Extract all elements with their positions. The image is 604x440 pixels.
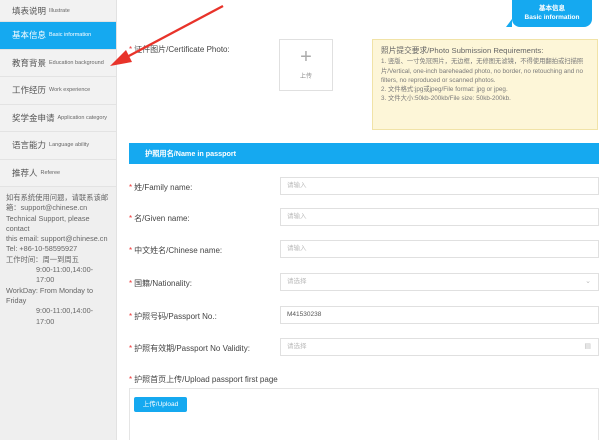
application-form-page: 填表说明 Illustrate 基本信息 Basic information 教育背… <box>0 0 604 440</box>
section-badge: 基本信息 Basic information <box>506 0 592 27</box>
calendar-icon: ▤ <box>584 343 591 350</box>
support-line: 9:00-11:00,14:00-17:00 <box>36 265 94 285</box>
passport-no-input[interactable]: M41530238 <box>280 306 599 324</box>
photo-upload-button[interactable]: + 上传 <box>279 39 333 91</box>
sidebar-item-label: 基本信息 <box>12 30 47 41</box>
badge-tail <box>506 19 512 27</box>
passport-validity-datepicker[interactable]: 请选择 ▤ <box>280 338 599 356</box>
support-line: 工作时间：周一到周五 <box>6 254 79 264</box>
sidebar-item-label: 奖学金申请 <box>12 112 55 123</box>
sidebar-item-language-ability[interactable]: 语言能力 Language ability <box>0 132 116 160</box>
photo-requirements-notice: 照片提交要求/Photo Submission Requirements: 1.… <box>372 39 598 130</box>
given-name-placeholder: 请输入 <box>287 213 307 220</box>
sidebar-item-label: 推荐人 <box>12 167 38 178</box>
chinese-name-label-text: 中文姓名/Chinese name: <box>134 246 223 255</box>
passport-upload-area <box>129 388 599 440</box>
passport-validity-label-text: 护照有效期/Passport No Validity: <box>134 344 251 353</box>
upload-label: 上传 <box>299 74 312 80</box>
sidebar-item-label-en: Application category <box>57 114 108 121</box>
nationality-label: * 国籍/Nationality: <box>129 278 192 289</box>
given-name-input[interactable]: 请输入 <box>280 208 599 226</box>
sidebar-item-label-en: Education background <box>49 59 104 66</box>
sidebar-item-label-en: Referee <box>40 169 61 176</box>
family-name-label-text: 姓/Family name: <box>134 183 193 192</box>
chinese-name-placeholder: 请输入 <box>287 245 307 252</box>
chinese-name-input[interactable]: 请输入 <box>280 240 599 258</box>
photo-requirement-item: 1. 竖版、一寸免冠照片，无边框，无修图无滤镜，不得使用翻拍或扫描照片/Vert… <box>381 58 584 84</box>
required-mark: * <box>129 312 133 321</box>
family-name-placeholder: 请输入 <box>287 182 307 189</box>
support-line: this email: support@chinese.cn <box>6 234 108 244</box>
required-mark: * <box>129 214 133 223</box>
passport-no-value: M41530238 <box>287 311 322 318</box>
passport-no-label-text: 护照号码/Passport No.: <box>134 312 217 321</box>
upload-passport-label: * 护照首页上传/Upload passport first page <box>129 374 278 385</box>
certificate-photo-label: * 证件图片/Certificate Photo: <box>129 44 230 55</box>
photo-requirement-item: 3. 文件大小:50kb-200kb/File size: 50kb-200kb… <box>381 95 511 103</box>
badge-title: 基本信息 <box>539 5 565 12</box>
passport-validity-label: * 护照有效期/Passport No Validity: <box>129 343 250 354</box>
required-mark: * <box>129 183 133 192</box>
given-name-label-text: 名/Given name: <box>134 214 190 223</box>
upload-passport-label-text: 护照首页上传/Upload passport first page <box>134 375 278 384</box>
given-name-label: * 名/Given name: <box>129 213 190 224</box>
photo-requirements-title: 照片提交要求/Photo Submission Requirements: <box>381 46 544 55</box>
badge-subtitle: Basic information <box>524 14 580 21</box>
sidebar-item-label-en: Basic information <box>49 32 92 39</box>
plus-icon: + <box>300 46 312 68</box>
nationality-label-text: 国籍/Nationality: <box>134 279 192 288</box>
certificate-photo-label-text: 证件图片/Certificate Photo: <box>134 45 230 54</box>
support-line: 箱：support@chinese.cn <box>6 203 88 213</box>
nationality-select[interactable]: 请选择 ⌄ <box>280 273 599 291</box>
required-mark: * <box>129 45 133 54</box>
family-name-label: * 姓/Family name: <box>129 182 192 193</box>
sidebar-item-illustrate[interactable]: 填表说明 Illustrate <box>0 0 116 22</box>
passport-no-label: * 护照号码/Passport No.: <box>129 311 217 322</box>
sidebar: 填表说明 Illustrate 基本信息 Basic information 教育背… <box>0 0 117 440</box>
sidebar-item-label: 教育背景 <box>12 57 47 68</box>
sidebar-item-label: 工作经历 <box>12 85 47 96</box>
section-header-name-in-passport: 护照用名/Name in passport <box>129 143 599 164</box>
nationality-placeholder: 请选择 <box>287 278 307 285</box>
support-line: 9:00-11:00,14:00-17:00 <box>36 306 94 326</box>
passport-validity-placeholder: 请选择 <box>287 343 307 350</box>
sidebar-item-label: 填表说明 <box>12 5 47 16</box>
chevron-down-icon: ⌄ <box>585 278 591 285</box>
required-mark: * <box>129 344 133 353</box>
support-line: Technical Support, please contact <box>6 213 90 233</box>
sidebar-item-work-experience[interactable]: 工作经历 Work experience <box>0 77 116 105</box>
sidebar-item-label-en: Work experience <box>49 87 91 94</box>
required-mark: * <box>129 375 133 384</box>
sidebar-item-label: 语言能力 <box>12 140 47 151</box>
required-mark: * <box>129 246 133 255</box>
sidebar-item-label-en: Illustrate <box>49 7 70 14</box>
upload-passport-button[interactable]: 上传/Upload <box>134 397 187 412</box>
sidebar-item-label-en: Language ability <box>49 142 90 149</box>
chinese-name-label: * 中文姓名/Chinese name: <box>129 245 222 256</box>
main-form: 基本信息 Basic information * 证件图片/Certificate… <box>117 0 604 440</box>
sidebar-item-basic-information[interactable]: 基本信息 Basic information <box>0 22 116 50</box>
support-info: 如有系统使用问题，请联系该邮 箱：support@chinese.cn Tech… <box>0 187 116 333</box>
support-line: 如有系统使用问题，请联系该邮 <box>6 193 109 202</box>
support-line: Tel: +86-10-58595927 <box>6 244 78 254</box>
sidebar-item-referee[interactable]: 推荐人 Referee <box>0 159 116 187</box>
sidebar-item-education-background[interactable]: 教育背景 Education background <box>0 49 116 77</box>
family-name-input[interactable]: 请输入 <box>280 177 599 195</box>
required-mark: * <box>129 279 133 288</box>
photo-requirement-item: 2. 文件格式:jpg或jpeg/File format: jpg or jpe… <box>381 86 508 94</box>
support-line: WorkDay: From Monday to Friday <box>6 285 94 305</box>
sidebar-item-application-category[interactable]: 奖学金申请 Application category <box>0 104 116 132</box>
